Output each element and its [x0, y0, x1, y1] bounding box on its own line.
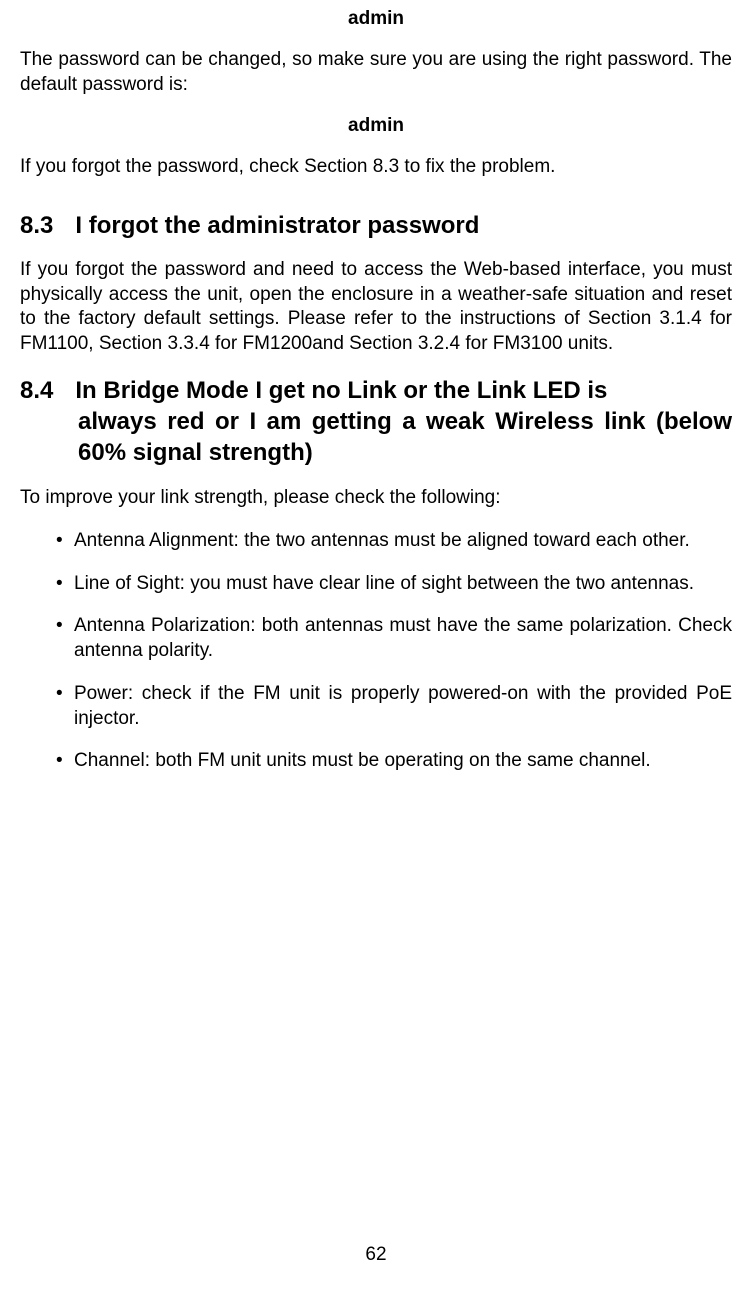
- section-8-4-title-line2: always red or I am getting a weak Wirele…: [78, 406, 732, 468]
- list-item: Antenna Alignment: the two antennas must…: [56, 529, 732, 554]
- page-number: 62: [0, 1244, 752, 1266]
- forgot-password-ref: If you forgot the password, check Sectio…: [20, 155, 732, 180]
- password-change-text: The password can be changed, so make sur…: [20, 48, 732, 97]
- section-8-4-number: 8.4: [20, 375, 53, 406]
- section-8-3-number: 8.3: [20, 212, 53, 240]
- admin-label-1: admin: [20, 8, 732, 30]
- section-8-3-title: I forgot the administrator password: [75, 212, 479, 240]
- section-8-4-heading: 8.4 In Bridge Mode I get no Link or the …: [20, 375, 732, 469]
- section-8-3-heading: 8.3 I forgot the administrator password: [20, 212, 732, 240]
- improvement-list: Antenna Alignment: the two antennas must…: [20, 529, 732, 774]
- list-item: Power: check if the FM unit is properly …: [56, 682, 732, 731]
- admin-label-2: admin: [20, 115, 732, 137]
- list-item: Channel: both FM unit units must be oper…: [56, 749, 732, 774]
- list-item: Antenna Polarization: both antennas must…: [56, 614, 732, 663]
- section-8-4-title-line1: In Bridge Mode I get no Link or the Link…: [75, 375, 607, 406]
- section-8-4-intro: To improve your link strength, please ch…: [20, 486, 732, 511]
- section-8-3-body: If you forgot the password and need to a…: [20, 258, 732, 357]
- list-item: Line of Sight: you must have clear line …: [56, 572, 732, 597]
